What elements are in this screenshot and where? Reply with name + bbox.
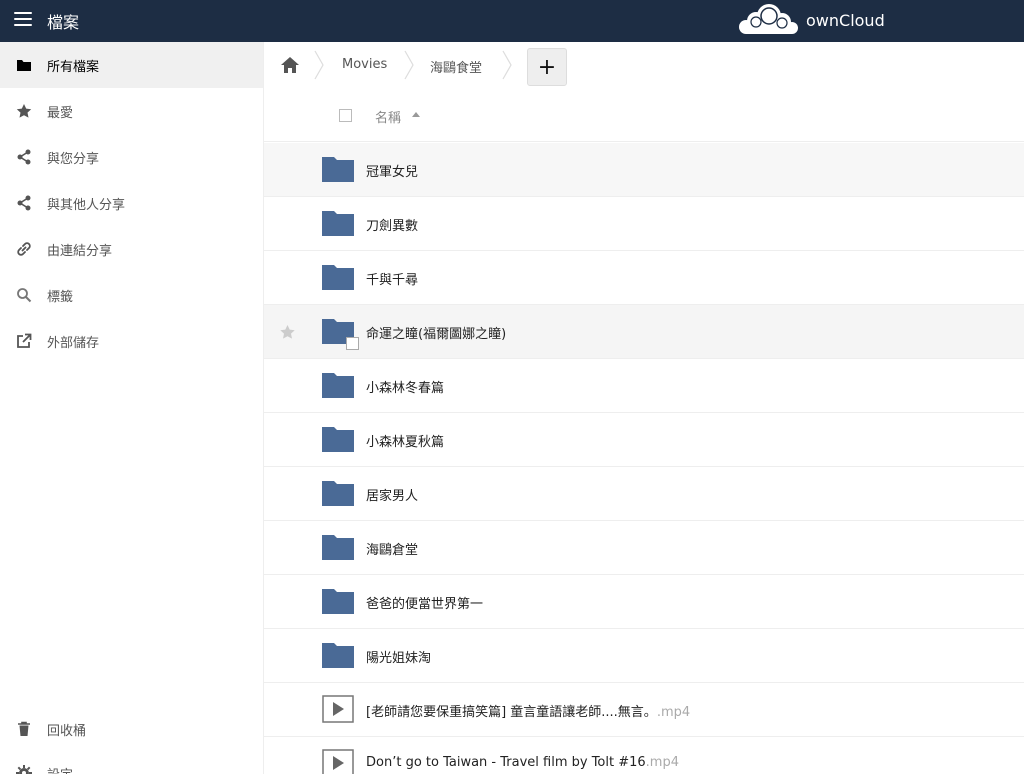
file-extension: .mp4 [645, 755, 679, 770]
folder-icon [322, 371, 354, 399]
file-name[interactable]: 居家男人 [366, 485, 418, 504]
sidebar-item-external-storage[interactable]: 外部儲存 [0, 318, 263, 364]
menu-icon[interactable] [14, 12, 32, 28]
select-all-checkbox[interactable] [339, 109, 352, 122]
sidebar-item-tags[interactable]: 標籤 [0, 272, 263, 318]
file-basename: Don’t go to Taiwan - Travel film by Tolt… [366, 755, 646, 770]
sidebar-item-settings[interactable]: 設定 [0, 750, 263, 774]
trash-icon [15, 720, 33, 738]
file-name[interactable]: 冠軍女兒 [366, 161, 418, 180]
sidebar-item-label: 最愛 [47, 105, 74, 121]
file-row[interactable]: Don’t go to Taiwan - Travel film by Tolt… [264, 737, 1024, 774]
file-list-area: Movies 海鷗食堂 + 名稱 冠軍女兒 刀劍異數 千與千尋 命運之瞳(福爾圖… [264, 42, 1024, 774]
breadcrumb-separator-icon [404, 50, 414, 80]
sidebar-item-shared-by-link[interactable]: 由連結分享 [0, 226, 263, 272]
video-play-icon [322, 695, 354, 723]
file-row[interactable]: 爸爸的便當世界第一 [264, 575, 1024, 629]
folder-icon [322, 533, 354, 561]
sidebar-item-shared-with-you[interactable]: 與您分享 [0, 134, 263, 180]
cloud-icon [739, 4, 798, 34]
file-name[interactable]: 陽光姐妹淘 [366, 647, 431, 666]
folder-icon [322, 587, 354, 615]
breadcrumb-separator-icon [502, 50, 512, 80]
row-select-checkbox[interactable] [346, 337, 359, 350]
sidebar: 所有檔案 最愛 與您分享 與其他人分享 由連結分享 標籤 外部儲存 回收桶 [0, 42, 264, 774]
file-name[interactable]: 刀劍異數 [366, 215, 418, 234]
file-row[interactable]: 陽光姐妹淘 [264, 629, 1024, 683]
file-row[interactable]: 命運之瞳(福爾圖娜之瞳) [264, 305, 1024, 359]
app-title[interactable]: 檔案 [47, 9, 79, 33]
file-extension: .mp4 [656, 705, 691, 720]
star-icon [15, 102, 33, 120]
sidebar-item-trash[interactable]: 回收桶 [0, 706, 263, 752]
share-icon [15, 148, 33, 166]
breadcrumb-item-movies[interactable]: Movies [342, 57, 387, 72]
favorite-star-icon[interactable] [279, 324, 296, 340]
sidebar-item-label: 外部儲存 [47, 335, 100, 351]
sidebar-item-all-files[interactable]: 所有檔案 [0, 42, 263, 88]
file-name[interactable]: 千與千尋 [366, 269, 418, 288]
search-icon [15, 286, 33, 304]
breadcrumb-separator-icon [314, 50, 324, 80]
sidebar-item-label: 與您分享 [47, 151, 100, 167]
folder-icon [322, 425, 354, 453]
file-name[interactable]: 海鷗倉堂 [366, 539, 418, 558]
file-row[interactable]: [老師請您要保重搞笑篇] 童言童語讓老師....無言。.mp4 [264, 683, 1024, 737]
file-name[interactable]: 爸爸的便當世界第一 [366, 593, 483, 612]
folder-icon [322, 479, 354, 507]
file-row[interactable]: 冠軍女兒 [264, 143, 1024, 197]
sidebar-item-favorites[interactable]: 最愛 [0, 88, 263, 134]
file-row[interactable]: 小森林夏秋篇 [264, 413, 1024, 467]
column-header-name[interactable]: 名稱 [375, 107, 401, 126]
gear-icon [15, 764, 33, 774]
folder-icon [15, 56, 33, 74]
brand-name: ownCloud [806, 10, 885, 30]
file-list: 冠軍女兒 刀劍異數 千與千尋 命運之瞳(福爾圖娜之瞳) 小森林冬春篇 小森林夏秋… [264, 143, 1024, 774]
file-row[interactable]: 小森林冬春篇 [264, 359, 1024, 413]
sidebar-item-label: 回收桶 [47, 723, 87, 739]
share-icon [15, 194, 33, 212]
file-table-header: 名稱 [264, 92, 1024, 142]
file-name[interactable]: 小森林夏秋篇 [366, 431, 444, 450]
folder-icon [322, 263, 354, 291]
folder-icon [322, 155, 354, 183]
file-row[interactable]: 千與千尋 [264, 251, 1024, 305]
file-row[interactable]: 刀劍異數 [264, 197, 1024, 251]
video-play-icon [322, 749, 354, 774]
file-name[interactable]: 命運之瞳(福爾圖娜之瞳) [366, 323, 506, 342]
breadcrumb-item-current[interactable]: 海鷗食堂 [430, 57, 482, 76]
home-icon[interactable] [280, 56, 300, 74]
sidebar-item-label: 由連結分享 [47, 243, 113, 259]
file-row[interactable]: 海鷗倉堂 [264, 521, 1024, 575]
file-name[interactable]: Don’t go to Taiwan - Travel film by Tolt… [366, 755, 679, 770]
file-name[interactable]: 小森林冬春篇 [366, 377, 444, 396]
sidebar-item-shared-with-others[interactable]: 與其他人分享 [0, 180, 263, 226]
folder-icon [322, 641, 354, 669]
file-basename: [老師請您要保重搞笑篇] 童言童語讓老師....無言。 [366, 705, 657, 720]
sidebar-item-label: 設定 [47, 764, 73, 774]
owncloud-logo[interactable]: ownCloud [736, 2, 885, 38]
sidebar-item-label: 標籤 [47, 289, 74, 305]
external-link-icon [15, 332, 33, 350]
breadcrumb: Movies 海鷗食堂 + [264, 42, 1024, 88]
sidebar-item-label: 所有檔案 [47, 59, 100, 75]
sidebar-item-label: 與其他人分享 [47, 197, 126, 213]
new-file-button[interactable]: + [527, 48, 567, 86]
link-icon [15, 240, 33, 258]
top-header: 檔案 ownCloud [0, 0, 1024, 42]
folder-icon [322, 209, 354, 237]
sort-ascending-icon [412, 112, 420, 117]
file-row[interactable]: 居家男人 [264, 467, 1024, 521]
file-name[interactable]: [老師請您要保重搞笑篇] 童言童語讓老師....無言。.mp4 [366, 701, 690, 720]
